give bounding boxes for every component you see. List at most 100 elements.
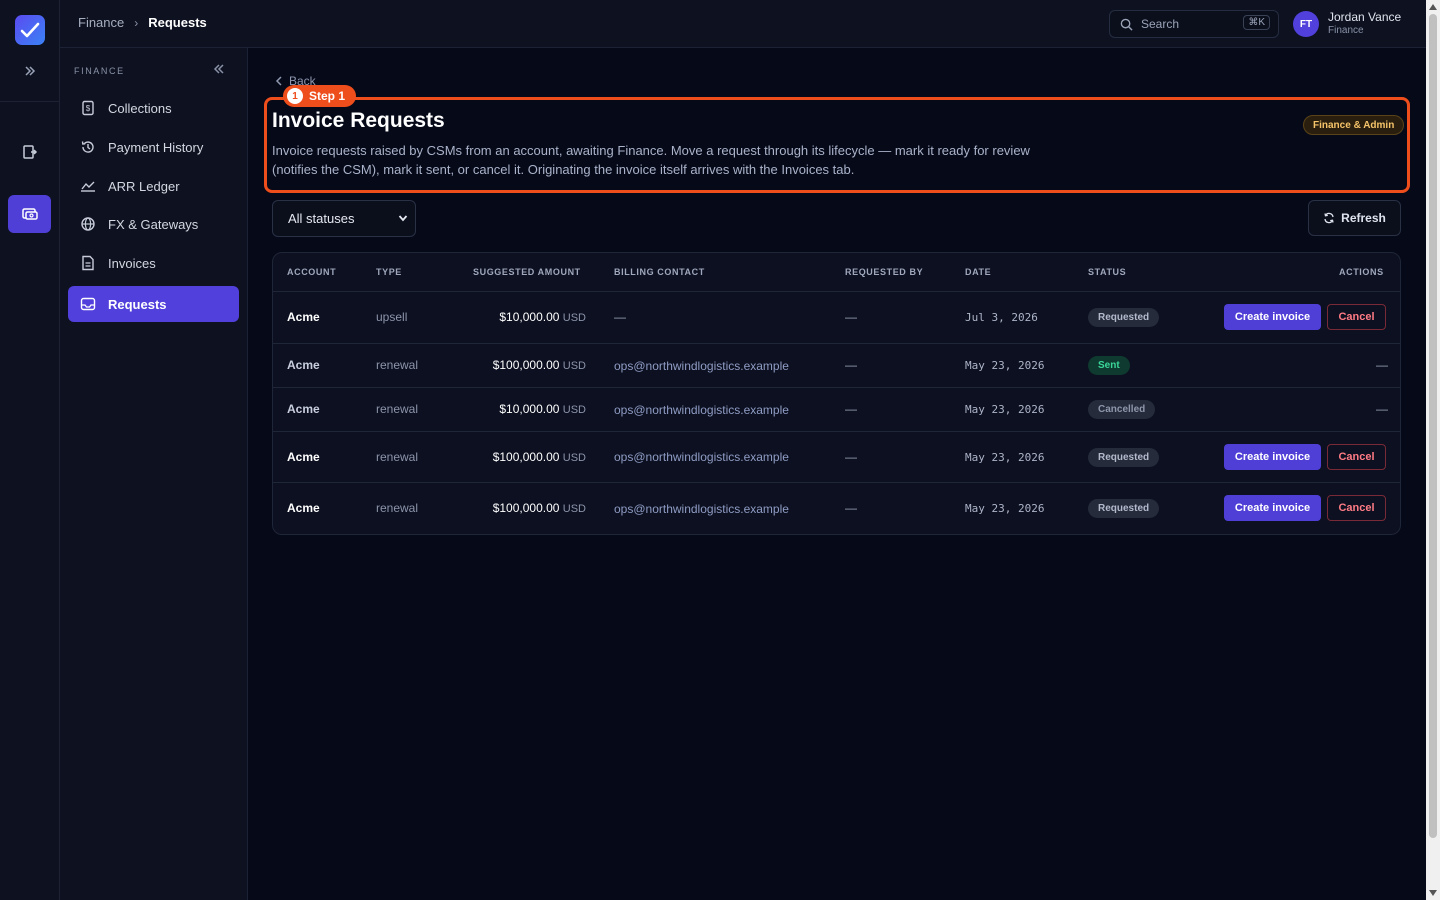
status-filter-select[interactable]: All statuses [272, 200, 416, 237]
cancel-button[interactable]: Cancel [1327, 304, 1386, 330]
search-input[interactable]: Search ⌘K [1109, 10, 1279, 38]
row-actions-empty: — [1376, 402, 1388, 416]
row-actions-empty: — [1376, 358, 1388, 372]
col-type: TYPE [376, 267, 402, 277]
create-invoice-button[interactable]: Create invoice [1224, 495, 1321, 521]
document-icon [80, 255, 96, 271]
table-header: ACCOUNT TYPE SUGGESTED AMOUNT BILLING CO… [273, 253, 1400, 292]
user-role: Finance [1328, 25, 1364, 36]
row-date: May 23, 2026 [965, 451, 1045, 464]
globe-icon [80, 216, 96, 232]
exit-app-icon[interactable] [18, 140, 42, 164]
row-account[interactable]: Acme [287, 310, 320, 324]
amount-value: $100,000.00 [492, 450, 560, 464]
row-amount: $10,000.00 USD [446, 310, 586, 324]
finance-module-icon[interactable] [8, 195, 51, 233]
refresh-label: Refresh [1341, 211, 1386, 225]
scroll-up-icon[interactable] [1429, 4, 1437, 10]
receipt-icon: $ [80, 100, 96, 116]
chevron-left-icon [275, 76, 282, 86]
sidebar-item-label: Collections [108, 100, 172, 116]
row-date: Jul 3, 2026 [965, 311, 1038, 324]
table-row[interactable]: Acme upsell $10,000.00 USD — — Jul 3, 20… [273, 292, 1400, 344]
history-icon [80, 139, 96, 155]
col-status: STATUS [1088, 267, 1127, 277]
row-requested-by: — [845, 358, 857, 372]
row-contact[interactable]: ops@northwindlogistics.example [614, 502, 789, 516]
scrollbar-thumb[interactable] [1429, 14, 1437, 838]
refresh-icon [1324, 212, 1334, 224]
row-contact[interactable]: ops@northwindlogistics.example [614, 359, 789, 373]
sidebar-item-payment-history[interactable]: Payment History [68, 129, 239, 165]
sidebar-item-fx-gateways[interactable]: FX & Gateways [68, 206, 239, 242]
row-contact[interactable]: ops@northwindlogistics.example [614, 403, 789, 417]
cancel-button[interactable]: Cancel [1327, 495, 1386, 521]
sidebar-item-label: ARR Ledger [108, 178, 180, 194]
row-amount: $100,000.00 USD [446, 450, 586, 464]
app-rail [0, 0, 60, 900]
sidebar-section-title: FINANCE [74, 66, 125, 76]
scroll-down-icon[interactable] [1429, 890, 1437, 896]
row-account[interactable]: Acme [287, 450, 320, 464]
rail-divider [0, 101, 60, 102]
search-placeholder: Search [1141, 17, 1180, 31]
avatar[interactable]: FT [1293, 11, 1319, 37]
user-name[interactable]: Jordan Vance [1328, 10, 1401, 24]
row-requested-by: — [845, 450, 857, 464]
breadcrumb-current: Requests [148, 15, 207, 30]
table-row[interactable]: Acme renewal $100,000.00 USD ops@northwi… [273, 432, 1400, 483]
row-type: renewal [376, 358, 419, 372]
sidebar-item-label: Requests [108, 296, 167, 312]
sidebar-item-requests[interactable]: Requests [68, 286, 239, 322]
row-account[interactable]: Acme [287, 501, 320, 515]
sidebar-item-invoices[interactable]: Invoices [68, 245, 239, 281]
amount-value: $100,000.00 [492, 501, 560, 515]
table-row[interactable]: Acme renewal $10,000.00 USD ops@northwin… [273, 388, 1400, 432]
status-badge: Sent [1088, 356, 1130, 375]
page-scrollbar[interactable] [1426, 0, 1440, 900]
col-date: DATE [965, 267, 992, 277]
row-type: upsell [376, 310, 408, 324]
status-badge: Requested [1088, 499, 1160, 518]
row-account[interactable]: Acme [287, 358, 320, 372]
currency: USD [562, 404, 586, 416]
currency: USD [562, 503, 586, 515]
row-date: May 23, 2026 [965, 403, 1045, 416]
expand-rail-icon[interactable] [18, 60, 42, 82]
row-requested-by: — [845, 402, 857, 416]
row-type: renewal [376, 501, 419, 515]
refresh-button[interactable]: Refresh [1308, 200, 1401, 236]
amount-value: $100,000.00 [492, 358, 560, 372]
currency: USD [562, 360, 586, 372]
create-invoice-button[interactable]: Create invoice [1224, 444, 1321, 470]
step-number: 1 [287, 88, 303, 104]
chart-line-icon [80, 178, 96, 194]
row-type: renewal [376, 402, 419, 416]
row-contact[interactable]: ops@northwindlogistics.example [614, 450, 789, 464]
sidebar-item-arr-ledger[interactable]: ARR Ledger [68, 168, 239, 204]
step-label: Step 1 [309, 89, 346, 103]
row-date: May 23, 2026 [965, 502, 1045, 515]
amount-value: $10,000.00 [499, 310, 560, 324]
create-invoice-button[interactable]: Create invoice [1224, 304, 1321, 330]
collapse-sidebar-icon[interactable] [213, 63, 225, 78]
row-amount: $100,000.00 USD [446, 358, 586, 372]
row-contact: — [614, 310, 626, 324]
row-account[interactable]: Acme [287, 402, 320, 416]
status-badge: Requested [1088, 308, 1160, 327]
sidebar-item-collections[interactable]: $ Collections [68, 90, 239, 126]
breadcrumb-finance[interactable]: Finance [78, 15, 124, 30]
role-badge: Finance & Admin [1303, 115, 1405, 135]
table-row[interactable]: Acme renewal $100,000.00 USD ops@northwi… [273, 483, 1400, 534]
row-amount: $10,000.00 USD [446, 402, 586, 416]
row-type: renewal [376, 450, 419, 464]
sidebar-item-label: Invoices [108, 255, 156, 271]
cancel-button[interactable]: Cancel [1327, 444, 1386, 470]
top-bar: Finance › Requests Search ⌘K FT Jordan V… [60, 0, 1426, 48]
col-account: ACCOUNT [287, 267, 337, 277]
app-logo-icon[interactable] [15, 15, 45, 45]
step-badge: 1 Step 1 [283, 85, 357, 107]
table-row[interactable]: Acme renewal $100,000.00 USD ops@northwi… [273, 344, 1400, 388]
breadcrumb: Finance › Requests [78, 15, 207, 30]
sidebar-item-label: FX & Gateways [108, 216, 199, 232]
